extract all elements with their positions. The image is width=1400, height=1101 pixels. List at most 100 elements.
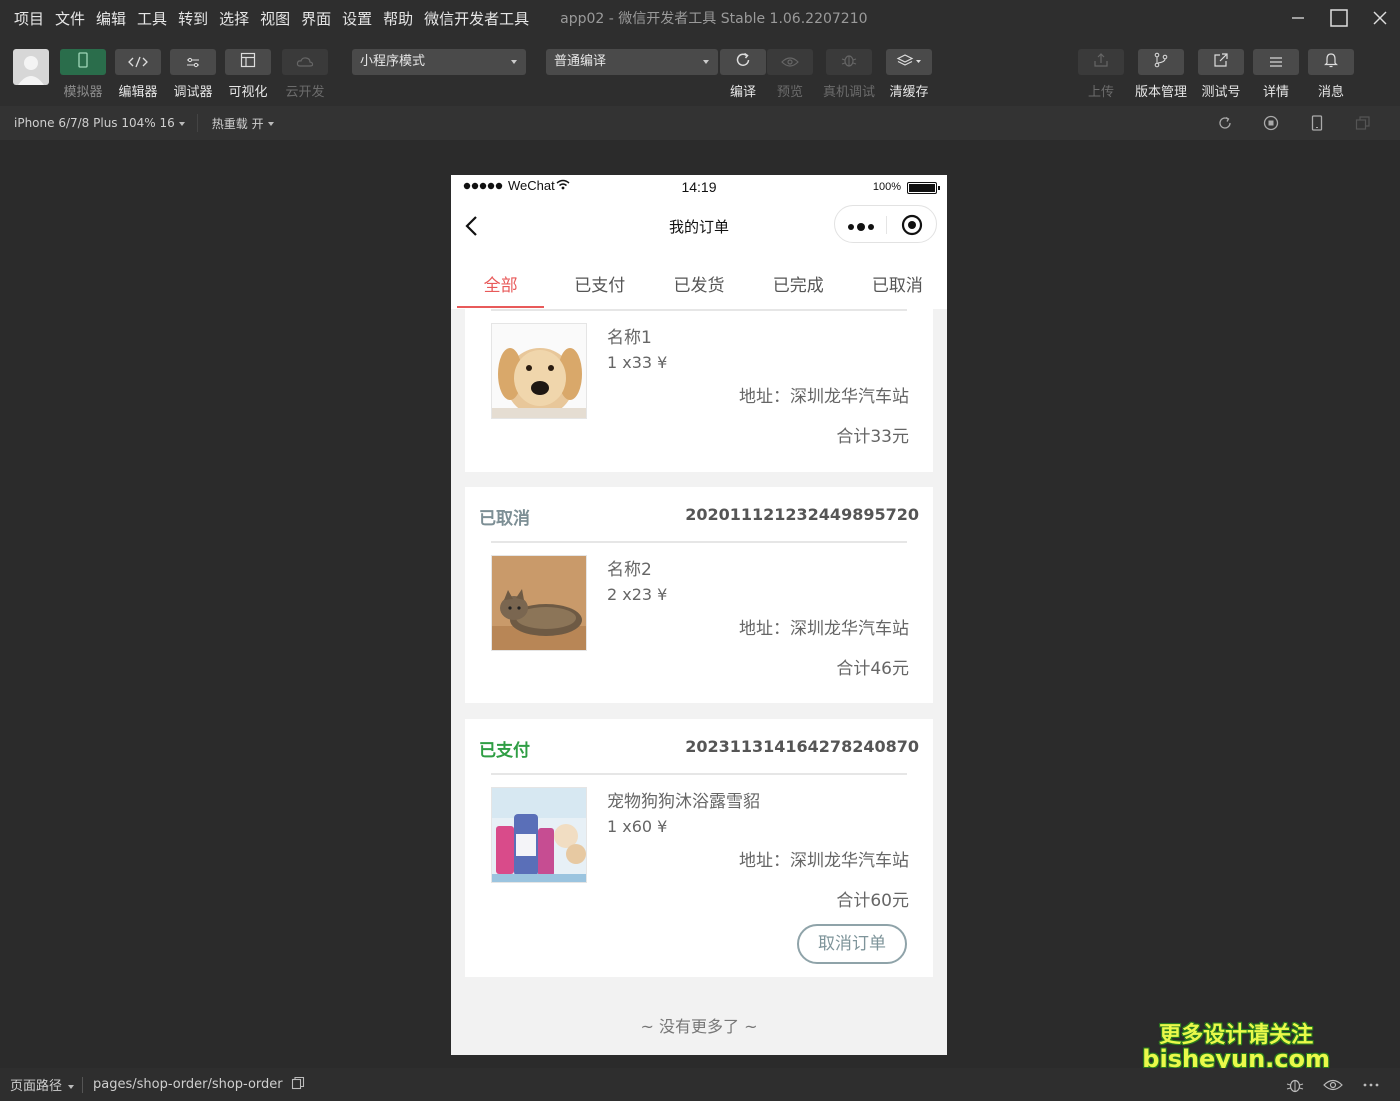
product-qty: 1 x33 ¥ (607, 353, 668, 372)
avatar[interactable] (13, 49, 49, 85)
rotate-icon[interactable] (1202, 115, 1248, 131)
layers-icon (896, 53, 922, 72)
details-button[interactable]: 详情 (1253, 49, 1299, 100)
product-qty: 1 x60 ¥ (607, 817, 668, 836)
close-miniprogram-icon[interactable] (901, 214, 923, 240)
tab-shipped[interactable]: 已发货 (649, 251, 748, 309)
order-address: 地址：深圳龙华汽车站 (739, 619, 909, 639)
toolbar: 模拟器 编辑器 调试器 可视化 云开发 小程序模式 普通编译 编译 预览 真机调… (0, 36, 1400, 106)
chevron-down-icon (511, 60, 517, 64)
external-link-icon (1213, 52, 1229, 72)
more-icon[interactable] (1352, 1083, 1390, 1087)
battery-icon (907, 182, 940, 194)
page-path: pages/shop-order/shop-order (93, 1077, 283, 1092)
simulator-button[interactable]: 模拟器 (60, 49, 106, 100)
product-name: 名称2 (607, 560, 652, 580)
order-card: 已取消 202011121232449895720 名称2 2 x23 ¥ 地址… (465, 487, 933, 703)
menu-help[interactable]: 帮助 (383, 8, 413, 29)
watermark: 更多设计请关注 bisheyun.com (1142, 1024, 1330, 1072)
tab-cancelled[interactable]: 已取消 (848, 251, 947, 309)
order-header: 已支付 202311314164278240870 (465, 719, 933, 773)
chevron-down-icon (703, 60, 709, 64)
product-image-dog[interactable] (491, 323, 587, 419)
menu-wechat-devtools[interactable]: 微信开发者工具 (424, 8, 529, 29)
order-header: 已取消 202011121232449895720 (465, 487, 933, 541)
menu-tools[interactable]: 工具 (137, 8, 167, 29)
close-icon[interactable] (1359, 0, 1400, 36)
product-name: 宠物狗狗沐浴露雪貂 (607, 792, 760, 812)
device-select[interactable]: iPhone 6/7/8 Plus 104% 16 (0, 116, 197, 130)
divider (491, 773, 907, 775)
tab-paid[interactable]: 已支付 (550, 251, 649, 309)
status-bar: WeChat 14:19 100% (451, 175, 947, 199)
record-icon[interactable] (1248, 115, 1294, 131)
layout-icon (240, 52, 256, 72)
upload-icon (1093, 52, 1109, 72)
sliders-icon (186, 53, 200, 72)
multi-window-icon[interactable] (1340, 115, 1386, 131)
watermark-line1: 更多设计请关注 (1159, 1023, 1314, 1048)
order-number: 202311314164278240870 (685, 737, 919, 756)
product-image-shampoo[interactable] (491, 787, 587, 883)
menu-interface[interactable]: 界面 (301, 8, 331, 29)
order-address: 地址：深圳龙华汽车站 (739, 851, 909, 871)
status-badge: 已支付 (479, 741, 530, 761)
copy-icon[interactable] (291, 1075, 305, 1094)
battery-percent: 100% (872, 181, 901, 193)
order-tabs: 全部 已支付 已发货 已完成 已取消 (451, 251, 947, 309)
menu-settings[interactable]: 设置 (342, 8, 372, 29)
phone-icon[interactable] (1294, 115, 1340, 131)
bug-icon[interactable] (1276, 1076, 1314, 1094)
tab-all[interactable]: 全部 (451, 251, 550, 309)
preview-button[interactable]: 预览 (767, 49, 813, 100)
real-device-debug-button[interactable]: 真机调试 (823, 49, 875, 100)
device-tools (1202, 106, 1386, 140)
status-badge: 已取消 (479, 509, 530, 529)
menu-select[interactable]: 选择 (219, 8, 249, 29)
tab-completed[interactable]: 已完成 (749, 251, 848, 309)
bottom-bar: 页面路径 pages/shop-order/shop-order (0, 1068, 1400, 1101)
maximize-icon[interactable] (1318, 0, 1359, 36)
debugger-button[interactable]: 调试器 (170, 49, 216, 100)
no-more-text: ~ 没有更多了 ~ (640, 1017, 758, 1036)
menu-edit[interactable]: 编辑 (96, 8, 126, 29)
divider (491, 541, 907, 543)
upload-button[interactable]: 上传 (1078, 49, 1124, 100)
test-account-button[interactable]: 测试号 (1198, 49, 1244, 100)
mode-select[interactable]: 小程序模式 (352, 49, 526, 75)
order-number: 202011121232449895720 (685, 505, 919, 524)
order-total: 合计60元 (836, 891, 909, 911)
more-icon[interactable] (847, 218, 877, 237)
compile-select[interactable]: 普通编译 (546, 49, 718, 75)
order-card: 名称1 1 x33 ¥ 地址：深圳龙华汽车站 合计33元 (465, 309, 933, 472)
editor-button[interactable]: 编辑器 (115, 49, 161, 100)
visual-button[interactable]: 可视化 (225, 49, 271, 100)
product-qty: 2 x23 ¥ (607, 585, 668, 604)
version-management-button[interactable]: 版本管理 (1135, 49, 1187, 100)
hot-reload-toggle[interactable]: 热重载 开 (198, 115, 286, 132)
code-icon (127, 53, 149, 72)
clear-cache-button[interactable]: 清缓存 (886, 49, 932, 100)
order-card: 已支付 202311314164278240870 宠物狗狗沐浴露雪貂 1 x6… (465, 719, 933, 977)
product-image-cat[interactable] (491, 555, 587, 651)
divider (886, 216, 887, 234)
menu-view[interactable]: 视图 (260, 8, 290, 29)
messages-button[interactable]: 消息 (1308, 49, 1354, 100)
menu-icon (1269, 53, 1283, 72)
cloud-dev-button[interactable]: 云开发 (282, 49, 328, 100)
menu-goto[interactable]: 转到 (178, 8, 208, 29)
product-name: 名称1 (607, 328, 652, 348)
nav-bar: 我的订单 (451, 199, 947, 251)
order-list[interactable]: 名称1 1 x33 ¥ 地址：深圳龙华汽车站 合计33元 已取消 2020111… (451, 309, 947, 1055)
eye-icon[interactable] (1314, 1078, 1352, 1092)
cancel-order-button[interactable]: 取消订单 (797, 924, 907, 964)
menu-project[interactable]: 项目 (14, 8, 44, 29)
bell-icon (1324, 52, 1338, 72)
minimize-icon[interactable] (1277, 0, 1318, 36)
order-total: 合计33元 (836, 427, 909, 447)
branch-icon (1153, 52, 1169, 72)
phone-icon (77, 52, 89, 72)
menu-file[interactable]: 文件 (55, 8, 85, 29)
page-path-select[interactable]: 页面路径 (0, 1075, 82, 1094)
window-controls (1277, 0, 1400, 36)
